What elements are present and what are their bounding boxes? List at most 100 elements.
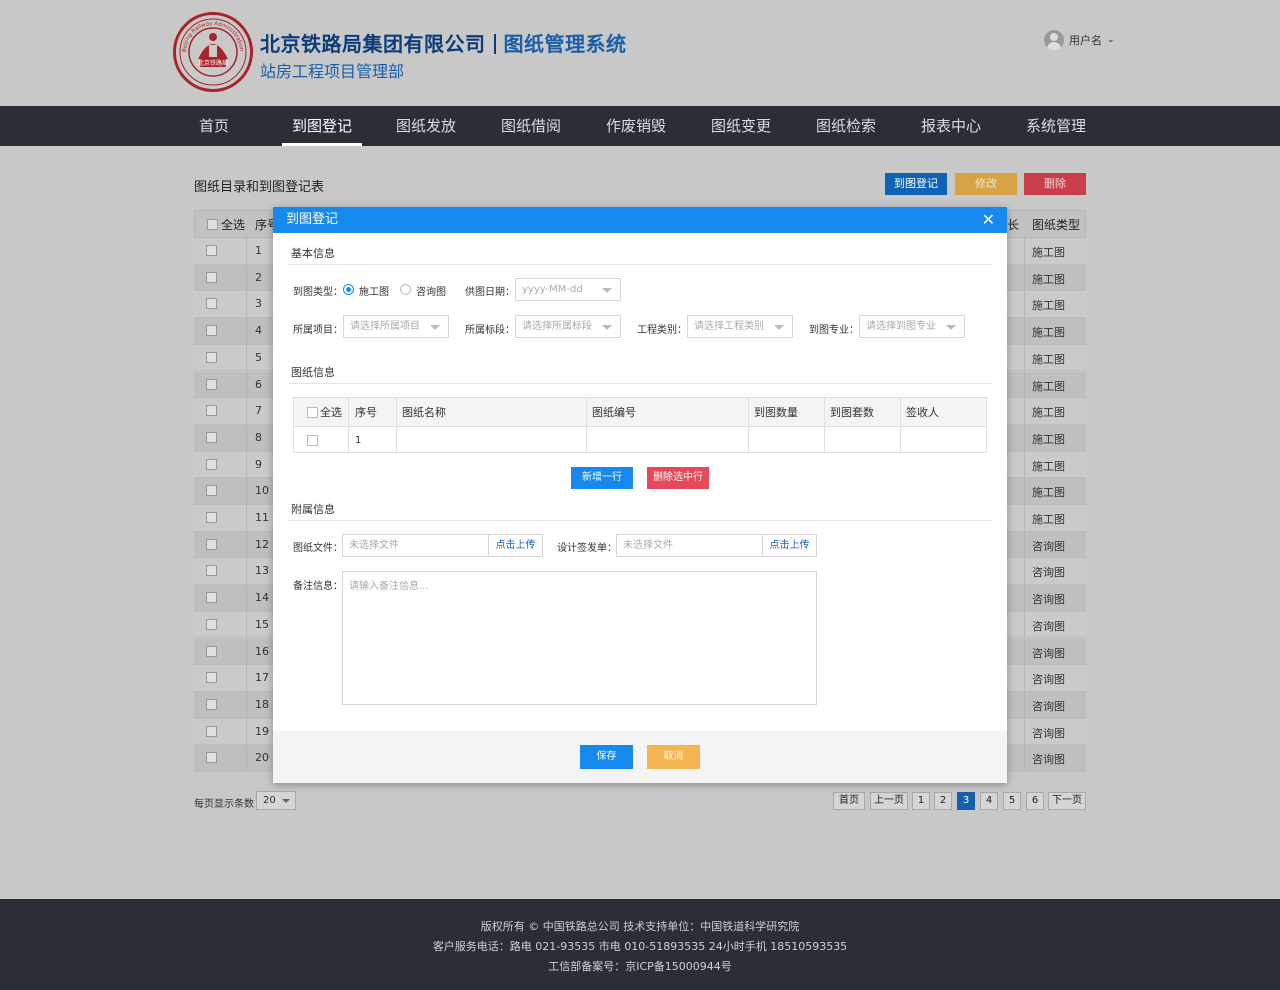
section-select[interactable]: 请选择所属标段 xyxy=(515,315,621,338)
items-col-select: 全选 xyxy=(320,406,342,419)
nav-void-destroy[interactable]: 作废销毁 xyxy=(606,106,666,146)
row-checkbox[interactable] xyxy=(206,725,217,737)
col-divider xyxy=(246,424,247,451)
type-cell: 施工图 xyxy=(1024,291,1086,318)
user-menu[interactable]: 用户名 ⌄ xyxy=(1044,30,1115,50)
delete-button[interactable]: 删除 xyxy=(1024,173,1086,195)
row-checkbox[interactable] xyxy=(206,618,217,630)
row-checkbox[interactable] xyxy=(206,458,217,470)
drawing-file-placeholder: 未选择文件 xyxy=(349,540,399,551)
col-divider xyxy=(246,691,247,718)
page-4[interactable]: 4 xyxy=(980,792,998,810)
page-1[interactable]: 1 xyxy=(912,792,930,810)
radio-construction-label: 施工图 xyxy=(359,287,389,298)
drawing-file-upload-button[interactable]: 点击上传 xyxy=(488,535,542,556)
page-next[interactable]: 下一页 xyxy=(1048,792,1086,810)
col-divider xyxy=(246,718,247,745)
row-no: 17 xyxy=(255,671,269,685)
close-icon[interactable]: ✕ xyxy=(982,207,995,232)
row-checkbox[interactable] xyxy=(206,405,217,417)
items-col-qty: 到图数量 xyxy=(754,406,798,419)
select-all-checkbox[interactable] xyxy=(207,219,218,230)
row-checkbox[interactable] xyxy=(206,512,217,523)
row-no: 2 xyxy=(255,270,262,284)
row-type: 施工图 xyxy=(1032,459,1065,473)
nav-home[interactable]: 首页 xyxy=(199,106,229,146)
row-checkbox[interactable] xyxy=(206,378,217,390)
type-cell: 施工图 xyxy=(1024,478,1086,504)
radio-construction[interactable] xyxy=(343,284,354,295)
page-prev[interactable]: 上一页 xyxy=(870,792,908,810)
department-name: 站房工程项目管理部 xyxy=(260,62,405,81)
nav-drawing-borrow[interactable]: 图纸借阅 xyxy=(501,106,561,146)
register-button[interactable]: 到图登记 xyxy=(885,173,947,195)
section-label: 所属标段： xyxy=(465,325,515,336)
row-type: 咨询图 xyxy=(1032,539,1065,553)
row-no: 20 xyxy=(255,751,269,765)
page-3[interactable]: 3 xyxy=(957,792,975,810)
col-divider xyxy=(246,665,247,691)
nav-arrival-register[interactable]: 到图登记 xyxy=(282,106,362,146)
row-checkbox[interactable] xyxy=(206,672,217,684)
basic-info-heading: 基本信息 xyxy=(291,247,335,260)
delete-row-button[interactable]: 删除选中行 xyxy=(647,467,709,489)
nav-drawing-change[interactable]: 图纸变更 xyxy=(711,106,771,146)
row-checkbox[interactable] xyxy=(206,485,217,497)
per-page-value: 20 xyxy=(263,795,276,806)
edit-button[interactable]: 修改 xyxy=(955,173,1017,195)
row-no: 12 xyxy=(255,537,269,551)
nav-drawing-issue[interactable]: 图纸发放 xyxy=(396,106,456,146)
note-textarea[interactable]: 请输入备注信息... xyxy=(342,571,817,705)
row-checkbox[interactable] xyxy=(206,245,217,256)
row-checkbox[interactable] xyxy=(206,538,217,550)
page-2[interactable]: 2 xyxy=(934,792,952,810)
row-no: 8 xyxy=(255,430,262,444)
row-checkbox[interactable] xyxy=(206,351,217,363)
col-divider xyxy=(246,318,247,344)
drawing-items-table: 全选 序号 图纸名称 图纸编号 到图数量 到图套数 签收人 1 xyxy=(293,397,987,453)
footer-icp: 工信部备案号：京ICP备15000944号 xyxy=(548,960,732,973)
category-select[interactable]: 请选择工程类别 xyxy=(687,315,793,338)
row-checkbox[interactable] xyxy=(206,752,217,764)
row-checkbox[interactable] xyxy=(206,592,217,604)
col-divider xyxy=(246,558,247,585)
nav-drawing-search[interactable]: 图纸检索 xyxy=(816,106,876,146)
row-checkbox[interactable] xyxy=(206,298,217,310)
per-page-select[interactable]: 20 xyxy=(256,791,296,810)
supply-date-input[interactable]: yyyy-MM-dd xyxy=(515,278,621,301)
add-row-button[interactable]: 新增一行 xyxy=(571,467,633,489)
col-divider xyxy=(246,398,247,424)
avatar xyxy=(1044,30,1064,50)
page-first[interactable]: 首页 xyxy=(833,792,865,810)
row-checkbox[interactable] xyxy=(206,431,217,443)
cancel-button[interactable]: 取消 xyxy=(647,745,700,769)
project-select[interactable]: 请选择所属项目 xyxy=(343,315,449,338)
row-type: 咨询图 xyxy=(1032,699,1065,713)
row-checkbox[interactable] xyxy=(206,698,217,710)
save-button[interactable]: 保存 xyxy=(580,745,633,769)
radio-consult[interactable] xyxy=(400,284,411,295)
col-divider xyxy=(246,531,247,558)
row-no: 1 xyxy=(255,244,262,257)
row-checkbox[interactable] xyxy=(206,325,217,337)
design-sign-upload-button[interactable]: 点击上传 xyxy=(762,535,816,556)
row-type: 咨询图 xyxy=(1032,593,1065,607)
design-sign-upload: 未选择文件 点击上传 xyxy=(616,534,817,557)
row-checkbox[interactable] xyxy=(206,271,217,283)
drawing-info-heading: 图纸信息 xyxy=(291,366,335,379)
col-divider xyxy=(586,398,587,452)
page-6[interactable]: 6 xyxy=(1026,792,1044,810)
item-row-no: 1 xyxy=(355,435,362,446)
row-checkbox[interactable] xyxy=(206,645,217,657)
row-no: 5 xyxy=(255,350,262,364)
row-no: 11 xyxy=(255,511,269,524)
col-divider xyxy=(246,611,247,638)
nav-system-admin[interactable]: 系统管理 xyxy=(1026,106,1086,146)
nav-report-center[interactable]: 报表中心 xyxy=(921,106,981,146)
type-cell: 咨询图 xyxy=(1024,638,1086,665)
item-row-checkbox[interactable] xyxy=(307,435,318,446)
items-select-all-checkbox[interactable] xyxy=(307,407,318,418)
row-checkbox[interactable] xyxy=(206,565,217,577)
page-5[interactable]: 5 xyxy=(1003,792,1021,810)
major-select[interactable]: 请选择到图专业 xyxy=(859,315,965,338)
